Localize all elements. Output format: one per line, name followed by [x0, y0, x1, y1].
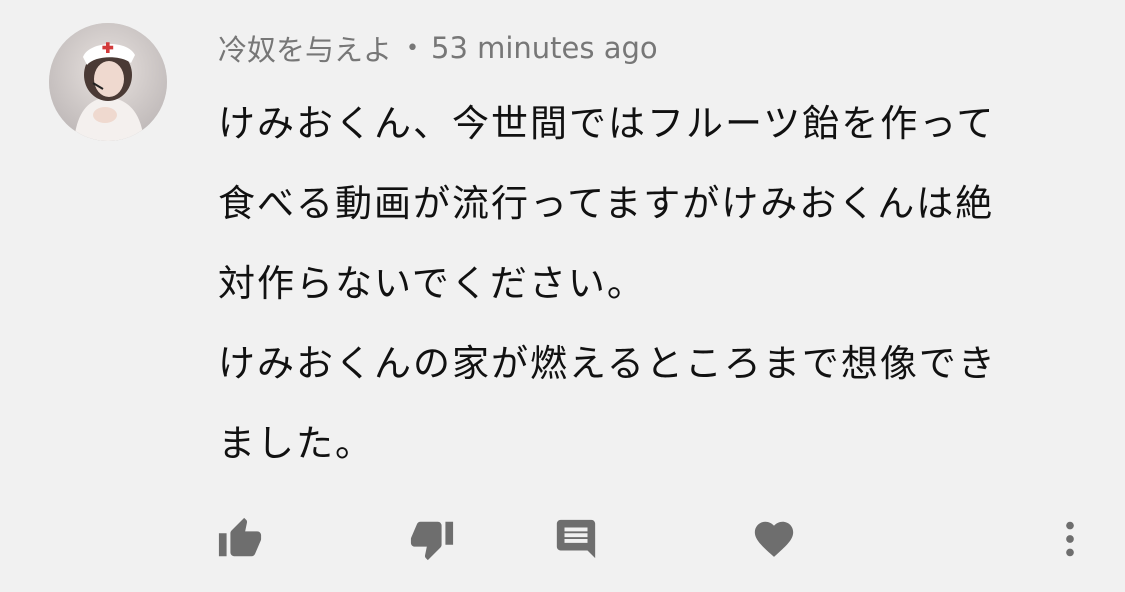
thumbs-down-icon [410, 521, 454, 561]
comment-line: けみおくんの家が燃えるところまで想像でき [218, 342, 997, 385]
like-button[interactable] [216, 515, 264, 563]
comment-card: 冷奴を与えよ • 53 minutes ago けみおくん、今世間ではフルーツ飴… [0, 0, 1125, 592]
more-options-button[interactable] [1046, 515, 1094, 563]
comment-icon [556, 519, 596, 559]
comment-line: けみおくん、今世間ではフルーツ飴を作って [218, 102, 996, 145]
reply-button[interactable] [552, 515, 600, 563]
more-vertical-icon [1066, 521, 1074, 557]
comment-line: 対作らないでください。 [218, 262, 646, 305]
author-name[interactable]: 冷奴を与えよ [218, 27, 392, 69]
heart-icon [754, 521, 794, 557]
timestamp[interactable]: 53 minutes ago [431, 31, 658, 65]
comment-actions [0, 515, 1125, 565]
dislike-button[interactable] [408, 515, 456, 563]
comment-header: 冷奴を与えよ • 53 minutes ago [218, 26, 658, 70]
thumbs-up-icon [218, 517, 262, 557]
comment-line: ました。 [218, 422, 374, 465]
comment-line: 食べる動画が流行ってますがけみおくんは絶 [218, 182, 995, 225]
heart-button[interactable] [750, 515, 798, 563]
comment-body: けみおくん、今世間ではフルーツ飴を作って 食べる動画が流行ってますがけみおくんは… [218, 84, 1098, 484]
separator-dot: • [406, 35, 419, 61]
avatar[interactable] [49, 23, 167, 141]
